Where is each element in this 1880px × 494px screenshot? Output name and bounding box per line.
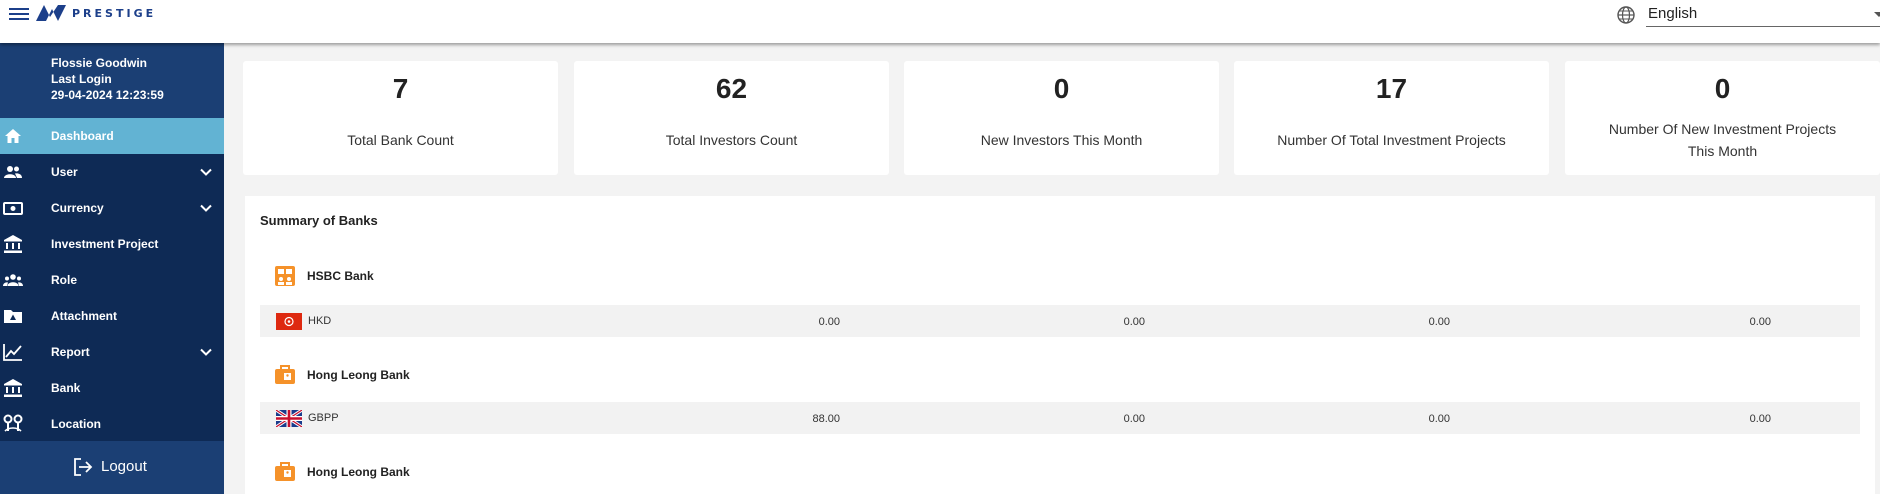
sidebar-item-attachment[interactable]: Attachment: [0, 298, 224, 334]
table-row: HKD 0.00 0.00 0.00 0.00: [260, 305, 1860, 337]
sidebar-item-currency[interactable]: Currency: [0, 190, 224, 226]
language-selected: English: [1648, 5, 1698, 22]
bank-icon: [4, 379, 22, 397]
cell-value: 0.00: [1749, 316, 1771, 328]
sidebar: Flossie Goodwin Last Login 29-04-2024 12…: [0, 43, 224, 494]
menu-icon[interactable]: [9, 5, 29, 21]
bank-header: HSBC Bank: [273, 261, 374, 291]
users-icon: [4, 166, 22, 178]
chevron-down-icon[interactable]: [199, 165, 213, 179]
sidebar-item-user[interactable]: User: [0, 154, 224, 190]
stat-label: Number Of New Investment Projects This M…: [1608, 121, 1837, 159]
cell-value: 0.00: [1749, 413, 1771, 425]
sidebar-item-label: Report: [51, 345, 90, 359]
sidebar-item-report[interactable]: Report: [0, 334, 224, 370]
brand-name: PRESTIGE: [72, 6, 157, 20]
stat-card-total-investment-projects: 17 Number Of Total Investment Projects: [1234, 61, 1549, 175]
logout-label: Logout: [101, 458, 147, 475]
stat-label: Total Investors Count: [665, 132, 798, 148]
caret-down-icon: [1874, 12, 1880, 17]
bank-icon: [4, 235, 22, 253]
cell-value: 0.00: [818, 316, 840, 328]
sidebar-item-label: Role: [51, 273, 78, 287]
location-icon: [3, 414, 23, 432]
stat-label: New Investors This Month: [980, 132, 1143, 148]
sidebar-item-bank[interactable]: Bank: [0, 370, 224, 406]
cash-icon: [3, 202, 23, 215]
brand-logo[interactable]: PRESTIGE: [34, 2, 156, 24]
stat-label: Number Of Total Investment Projects: [1277, 132, 1506, 148]
stat-value: 0: [1714, 73, 1731, 104]
bank-branch-icon: [275, 266, 295, 286]
uk-flag-icon: [276, 410, 302, 427]
sidebar-item-investment-project[interactable]: Investment Project: [0, 226, 224, 262]
bank-header: Hong Leong Bank: [273, 360, 410, 390]
group-icon: [3, 274, 23, 286]
stat-card-total-bank-count: 7 Total Bank Count: [243, 61, 558, 175]
language-dropdown[interactable]: English: [1646, 2, 1880, 27]
sidebar-item-dashboard[interactable]: Dashboard: [0, 118, 224, 154]
summary-of-banks-panel: Summary of Banks HSBC Bank HKD 0.00 0.00…: [245, 196, 1875, 494]
sidebar-item-role[interactable]: Role: [0, 262, 224, 298]
sidebar-item-label: User: [51, 165, 78, 179]
cell-value: 0.00: [1123, 316, 1145, 328]
briefcase-icon: [275, 462, 295, 481]
home-icon: [5, 129, 21, 143]
bank-header: Hong Leong Bank: [273, 457, 410, 487]
hong-kong-flag-icon: [276, 313, 302, 330]
cell-value: 88.00: [812, 413, 840, 425]
logout-button[interactable]: Logout: [0, 441, 224, 494]
stat-value: 7: [392, 73, 409, 104]
stat-value: 17: [1375, 73, 1408, 104]
stat-value: 0: [1053, 73, 1070, 104]
logout-icon: [74, 458, 93, 476]
currency-code: GBPP: [308, 412, 339, 424]
stat-card-new-investors: 0 New Investors This Month: [904, 61, 1219, 175]
sidebar-item-location[interactable]: Location: [0, 406, 224, 442]
sidebar-item-label: Location: [51, 417, 101, 431]
cell-value: 0.00: [1428, 316, 1450, 328]
sidebar-item-label: Currency: [51, 201, 104, 215]
last-login-date: 29-04-2024 12:23:59: [51, 88, 164, 102]
sidebar-item-label: Attachment: [51, 309, 118, 323]
prestige-logo-icon: [36, 5, 66, 21]
last-login-label: Last Login: [51, 72, 112, 86]
sidebar-item-label: Investment Project: [51, 237, 159, 251]
section-title: Summary of Banks: [260, 213, 378, 228]
sidebar-item-label: Dashboard: [51, 129, 114, 143]
bank-name: HSBC Bank: [307, 269, 374, 283]
table-row: GBPP 88.00 0.00 0.00 0.00: [260, 402, 1860, 434]
stat-label: Total Bank Count: [347, 132, 454, 148]
stat-value: 62: [715, 73, 748, 104]
chevron-down-icon[interactable]: [199, 201, 213, 215]
language-selector[interactable]: English: [1616, 2, 1880, 27]
user-name: Flossie Goodwin: [51, 56, 148, 70]
stat-card-total-investors-count: 62 Total Investors Count: [574, 61, 889, 175]
stat-card-new-investment-projects: 0 Number Of New Investment Projects This…: [1565, 61, 1880, 175]
folder-icon: [4, 310, 22, 323]
bank-name: Hong Leong Bank: [307, 368, 410, 382]
currency-code: HKD: [308, 315, 332, 327]
bank-name: Hong Leong Bank: [307, 465, 410, 479]
briefcase-icon: [275, 365, 295, 384]
globe-icon: [1617, 5, 1635, 24]
cell-value: 0.00: [1428, 413, 1450, 425]
chevron-down-icon[interactable]: [199, 345, 213, 359]
sidebar-item-label: Bank: [51, 381, 81, 395]
cell-value: 0.00: [1123, 413, 1145, 425]
user-profile: Flossie Goodwin Last Login 29-04-2024 12…: [0, 43, 224, 118]
chart-icon: [3, 344, 22, 361]
top-bar: PRESTIGE English: [0, 0, 1880, 43]
